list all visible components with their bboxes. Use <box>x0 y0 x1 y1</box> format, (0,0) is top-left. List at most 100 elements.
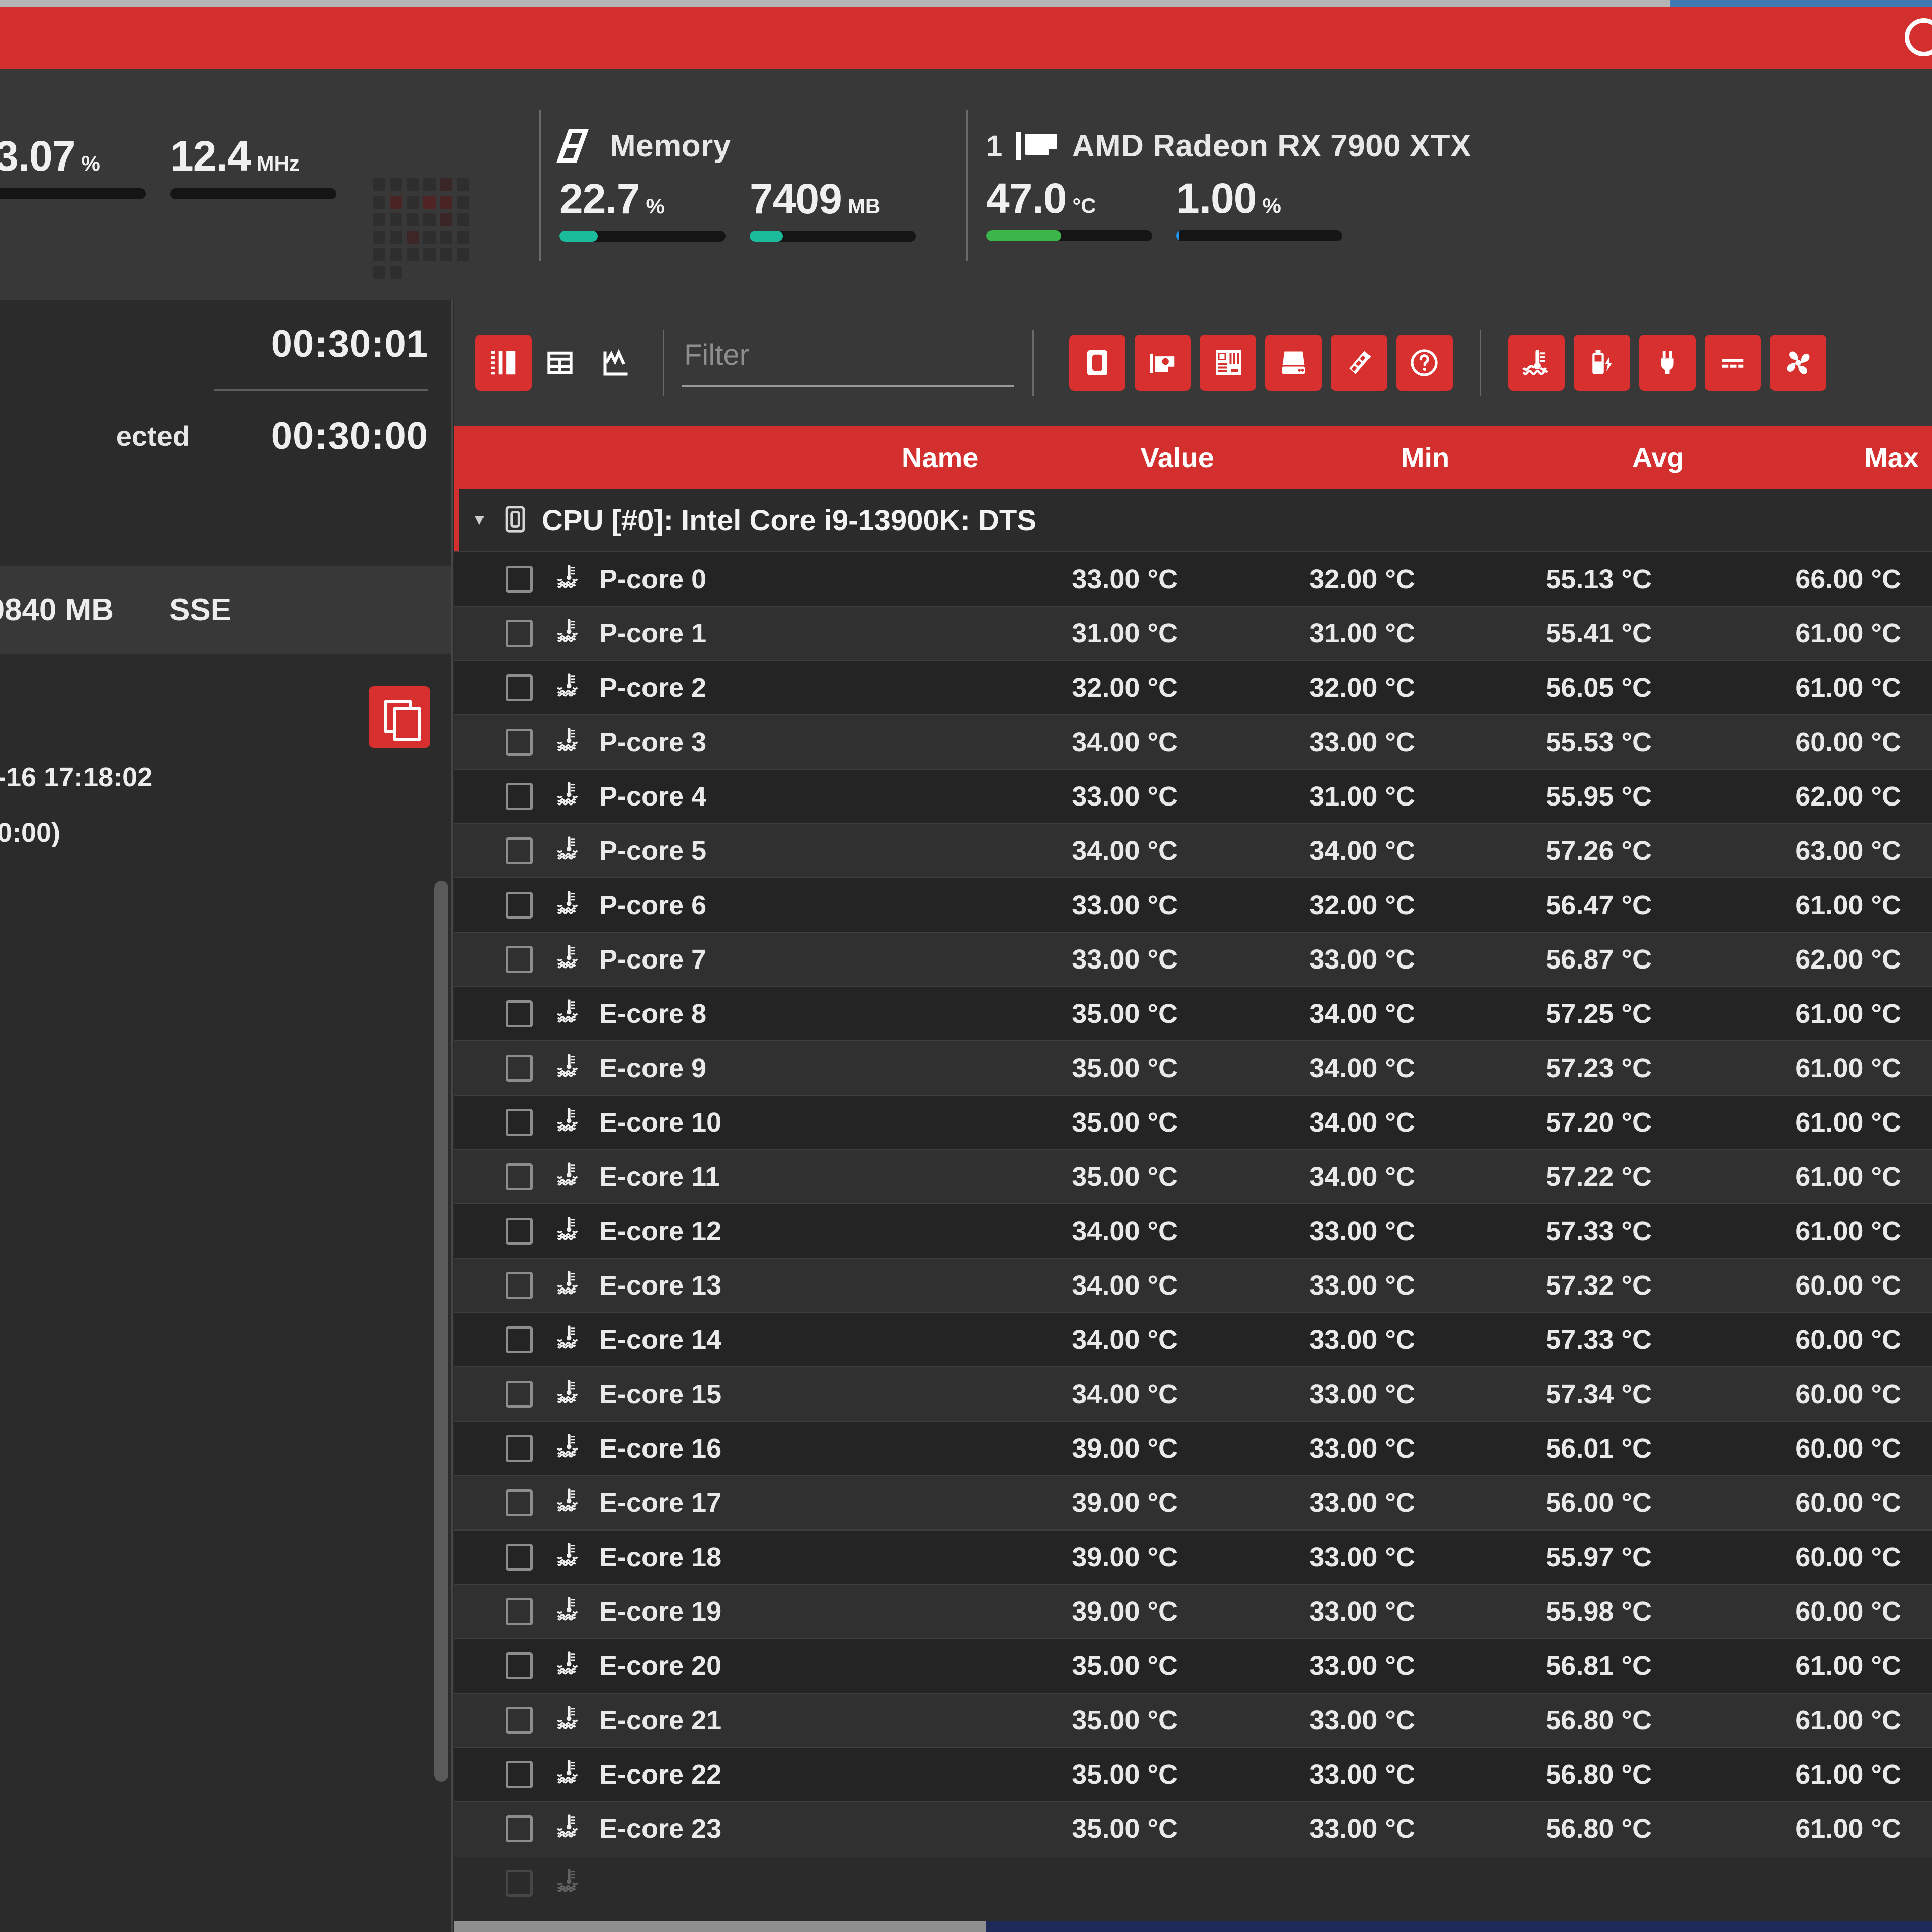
row-checkbox[interactable] <box>506 1761 533 1788</box>
row-checkbox[interactable] <box>506 1163 533 1190</box>
table-row-partially-visible[interactable] <box>454 1856 1932 1910</box>
gpu-index-label: 1 <box>986 129 1003 163</box>
filter-field[interactable] <box>682 330 1014 396</box>
row-min: 33.00 °C <box>1309 1542 1415 1572</box>
table-row[interactable]: P-core 2 32.00 °C 32.00 °C 56.05 °C 61.00 °C <box>454 660 1932 714</box>
row-checkbox[interactable] <box>506 1544 533 1571</box>
temperature-icon <box>556 836 578 859</box>
row-value: 33.00 °C <box>1072 944 1178 975</box>
row-checkbox[interactable] <box>506 1218 533 1245</box>
row-value: 33.00 °C <box>1072 890 1178 920</box>
row-checkbox[interactable] <box>506 620 533 647</box>
row-checkbox[interactable] <box>506 1435 533 1462</box>
filter-input[interactable] <box>682 338 1014 387</box>
graph-view-button[interactable] <box>588 335 645 391</box>
temperature-filter-button[interactable] <box>1508 335 1565 391</box>
list-view-icon <box>491 351 516 375</box>
row-checkbox[interactable] <box>506 1598 533 1625</box>
power-filter-button[interactable] <box>1639 335 1696 391</box>
row-checkbox[interactable] <box>506 1326 533 1353</box>
row-checkbox[interactable] <box>506 946 533 973</box>
gpu-filter-button[interactable] <box>1135 335 1191 391</box>
list-view-button[interactable] <box>475 335 532 391</box>
row-checkbox[interactable] <box>506 1870 533 1897</box>
left-side-panel: 00:30:01 ected 00:30:00 19840 MB SSE 8-1… <box>0 300 453 1932</box>
temperature-icon <box>556 1324 582 1356</box>
help-icon <box>1411 349 1438 376</box>
row-checkbox[interactable] <box>506 892 533 919</box>
timer-value-2: 00:30:00 <box>271 415 428 457</box>
row-avg: 55.13 °C <box>1546 564 1652 594</box>
table-row[interactable]: E-core 10 35.00 °C 34.00 °C 57.20 °C 61.00 °… <box>454 1095 1932 1149</box>
table-row[interactable]: E-core 15 34.00 °C 33.00 °C 57.34 °C 60.00 °… <box>454 1366 1932 1421</box>
table-row[interactable]: E-core 23 35.00 °C 33.00 °C 56.80 °C 61.00 °… <box>454 1801 1932 1856</box>
battery-filter-button[interactable] <box>1574 335 1630 391</box>
row-checkbox[interactable] <box>506 1489 533 1516</box>
table-row[interactable]: P-core 1 31.00 °C 31.00 °C 55.41 °C 61.00 °C <box>454 606 1932 660</box>
ram-icon <box>559 127 597 165</box>
table-row[interactable]: P-core 7 33.00 °C 33.00 °C 56.87 °C 62.00 °C <box>454 932 1932 986</box>
help-filter-button[interactable] <box>1396 335 1453 391</box>
row-checkbox[interactable] <box>506 1109 533 1136</box>
voltage-filter-button[interactable] <box>1705 335 1761 391</box>
grid-view-icon <box>547 351 573 374</box>
table-row[interactable]: P-core 6 33.00 °C 32.00 °C 56.47 °C 61.00 °C <box>454 877 1932 932</box>
table-row[interactable]: E-core 17 39.00 °C 33.00 °C 56.00 °C 60.00 °… <box>454 1475 1932 1530</box>
table-row[interactable]: P-core 5 34.00 °C 34.00 °C 57.26 °C 63.00 °C <box>454 823 1932 877</box>
row-value: 34.00 °C <box>1072 727 1178 757</box>
table-row[interactable]: P-core 3 34.00 °C 33.00 °C 55.53 °C 60.00 °C <box>454 714 1932 769</box>
table-row[interactable]: E-core 21 35.00 °C 33.00 °C 56.80 °C 61.00 °… <box>454 1693 1932 1747</box>
drive-filter-button[interactable] <box>1265 335 1322 391</box>
table-group-row[interactable]: ▼ CPU [#0]: Intel Core i9-13900K: DTS <box>454 489 1932 551</box>
column-header-min[interactable]: Min <box>1228 441 1463 474</box>
cpu-filter-button[interactable] <box>1069 335 1125 391</box>
row-checkbox[interactable] <box>506 1652 533 1679</box>
motherboard-filter-button[interactable] <box>1200 335 1256 391</box>
table-row[interactable]: E-core 9 35.00 °C 34.00 °C 57.23 °C 61.00 °C <box>454 1040 1932 1095</box>
row-checkbox[interactable] <box>506 1707 533 1734</box>
gpu-load-unit: % <box>1262 193 1281 217</box>
row-max: 60.00 °C <box>1795 727 1901 757</box>
table-row[interactable]: E-core 20 35.00 °C 33.00 °C 56.81 °C 61.00 °… <box>454 1638 1932 1693</box>
table-row[interactable]: E-core 14 34.00 °C 33.00 °C 57.33 °C 60.00 °… <box>454 1312 1932 1366</box>
grid-view-button[interactable] <box>532 335 588 391</box>
session-duration: 30:00) <box>0 818 61 848</box>
table-row[interactable]: E-core 19 39.00 °C 33.00 °C 55.98 °C 60.00 °… <box>454 1584 1932 1638</box>
row-max: 61.00 °C <box>1795 1814 1901 1844</box>
row-min: 32.00 °C <box>1309 564 1415 594</box>
row-min: 33.00 °C <box>1309 1216 1415 1246</box>
row-checkbox[interactable] <box>506 1815 533 1842</box>
column-header-value[interactable]: Value <box>993 441 1228 474</box>
table-row[interactable]: P-core 4 33.00 °C 31.00 °C 55.95 °C 62.00 °C <box>454 769 1932 823</box>
row-checkbox[interactable] <box>506 1000 533 1027</box>
row-checkbox[interactable] <box>506 729 533 756</box>
row-checkbox[interactable] <box>506 1381 533 1408</box>
row-value: 34.00 °C <box>1072 1325 1178 1355</box>
copy-button[interactable] <box>369 686 430 748</box>
row-name: P-core 4 <box>599 781 707 812</box>
table-row[interactable]: E-core 16 39.00 °C 33.00 °C 56.01 °C 60.00 °… <box>454 1421 1932 1475</box>
row-checkbox[interactable] <box>506 566 533 593</box>
table-row[interactable]: E-core 18 39.00 °C 33.00 °C 55.97 °C 60.00 °… <box>454 1530 1932 1584</box>
table-row[interactable]: E-core 13 34.00 °C 33.00 °C 57.32 °C 60.00 °… <box>454 1258 1932 1312</box>
row-checkbox[interactable] <box>506 1272 533 1299</box>
row-checkbox[interactable] <box>506 1055 533 1082</box>
row-checkbox[interactable] <box>506 837 533 864</box>
expand-caret-icon[interactable]: ▼ <box>465 512 494 529</box>
table-row[interactable]: E-core 11 35.00 °C 34.00 °C 57.22 °C 61.00 °… <box>454 1149 1932 1203</box>
column-header-name[interactable]: Name <box>454 441 993 474</box>
fan-filter-button[interactable] <box>1770 335 1826 391</box>
row-checkbox[interactable] <box>506 674 533 701</box>
cpu-usage-unit: % <box>81 151 100 175</box>
table-row[interactable]: E-core 12 34.00 °C 33.00 °C 57.33 °C 61.00 °… <box>454 1203 1932 1258</box>
table-row[interactable]: P-core 0 33.00 °C 32.00 °C 55.13 °C 66.00 °C <box>454 551 1932 606</box>
column-header-avg[interactable]: Avg <box>1463 441 1697 474</box>
left-panel-scrollbar[interactable] <box>434 881 448 1782</box>
row-avg: 56.00 °C <box>1546 1488 1652 1518</box>
temperature-icon <box>556 1758 582 1791</box>
row-checkbox[interactable] <box>506 783 533 810</box>
memory-filter-button[interactable] <box>1331 335 1387 391</box>
table-row[interactable]: E-core 22 35.00 °C 33.00 °C 56.80 °C 61.00 °… <box>454 1747 1932 1801</box>
column-header-max[interactable]: Max <box>1698 441 1932 474</box>
table-row[interactable]: E-core 8 35.00 °C 34.00 °C 57.25 °C 61.00 °C <box>454 986 1932 1040</box>
